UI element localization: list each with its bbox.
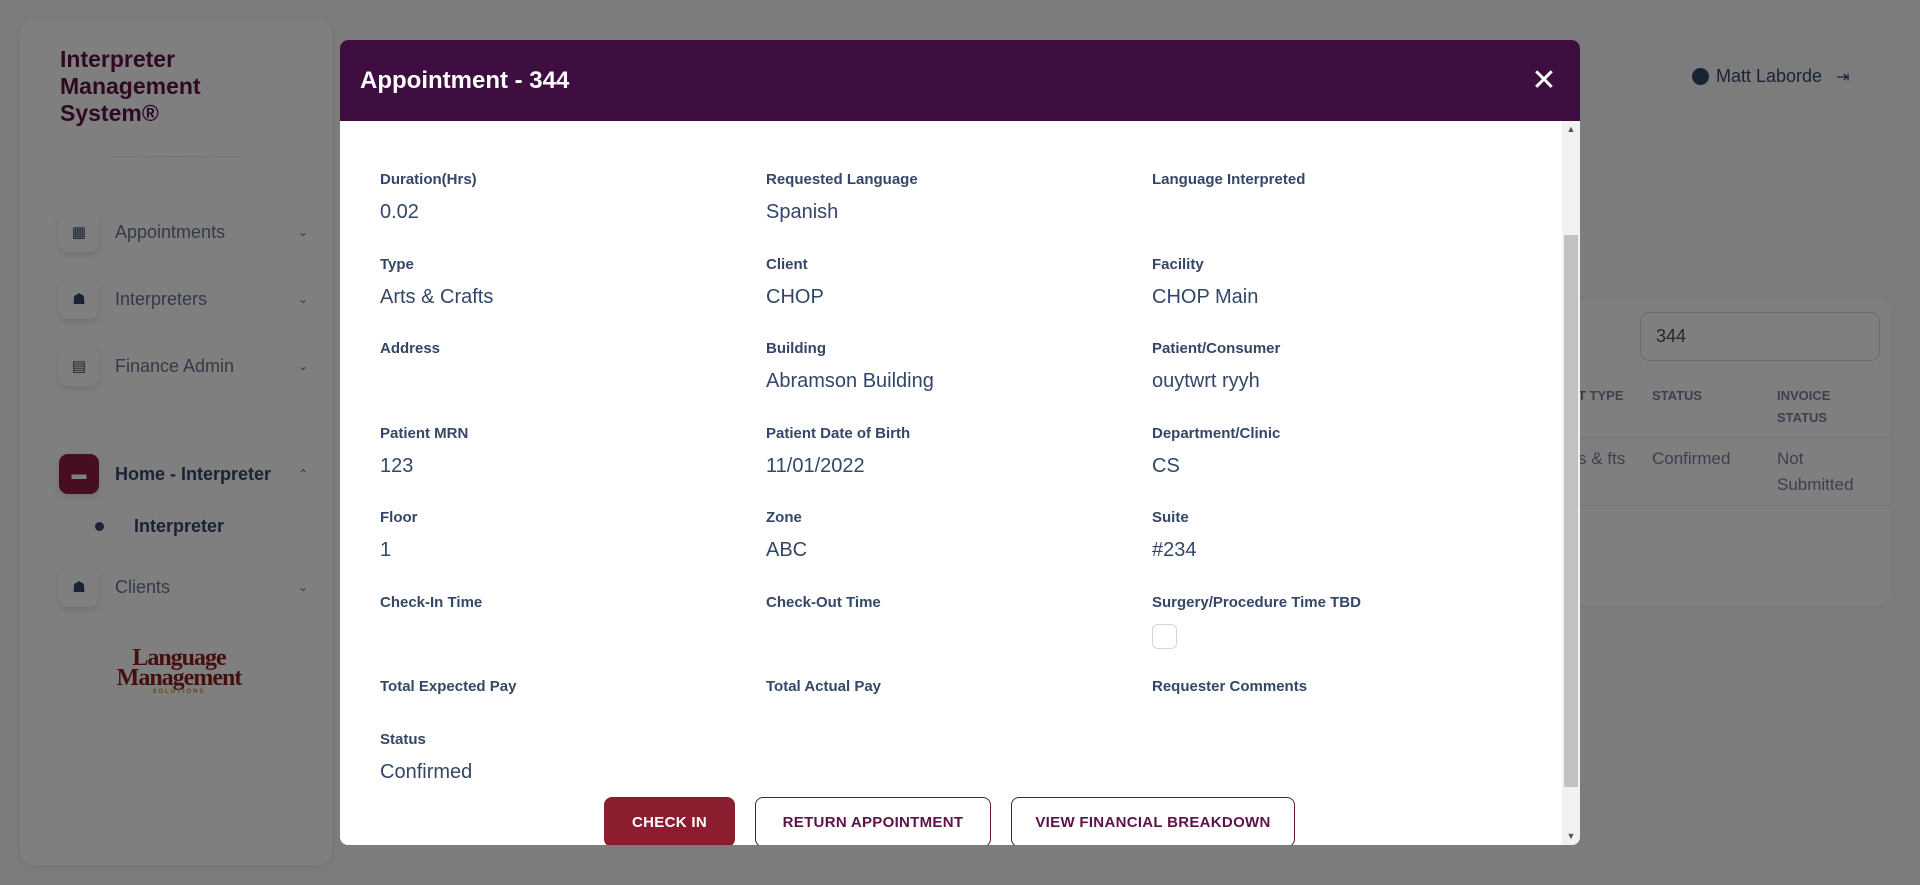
field-patient: Patient/Consumer ouytwrt ryyh: [1152, 340, 1512, 392]
field-floor: Floor 1: [380, 509, 740, 561]
modal-body: Duration(Hrs) 0.02 Requested Language Sp…: [340, 121, 1562, 845]
field-requested-language: Requested Language Spanish: [766, 171, 1126, 223]
field-label: Total Actual Pay: [766, 678, 882, 695]
field-value: 1: [380, 539, 392, 561]
field-value: CHOP: [766, 286, 824, 308]
field-value: CHOP Main: [1152, 286, 1259, 308]
field-total-expected-pay: Total Expected Pay: [380, 678, 740, 708]
field-value: ABC: [766, 539, 808, 561]
field-label: Type: [380, 256, 414, 273]
field-label: Patient Date of Birth: [766, 425, 911, 442]
check-in-button[interactable]: CHECK IN: [604, 797, 735, 845]
field-label: Client: [766, 256, 808, 273]
appointment-modal: Appointment - 344 ✕ Duration(Hrs) 0.02 R…: [340, 40, 1580, 845]
field-value: 11/01/2022: [766, 455, 865, 477]
close-icon[interactable]: ✕: [1524, 61, 1564, 101]
modal-header: Appointment - 344 ✕: [340, 40, 1580, 121]
field-label: Floor: [380, 509, 418, 526]
field-patient-mrn: Patient MRN 123: [380, 425, 740, 477]
field-type: Type Arts & Crafts: [380, 256, 740, 308]
field-value: Confirmed: [380, 761, 473, 783]
scroll-up-icon[interactable]: ▲: [1562, 121, 1580, 138]
field-client: Client CHOP: [766, 256, 1126, 308]
field-label: Requested Language: [766, 171, 918, 188]
field-value: 123: [380, 455, 414, 477]
field-value: ouytwrt ryyh: [1152, 370, 1260, 392]
field-building: Building Abramson Building: [766, 340, 1126, 392]
field-duration: Duration(Hrs) 0.02: [380, 171, 740, 223]
return-appointment-button[interactable]: RETURN APPOINTMENT: [755, 797, 991, 845]
field-department: Department/Clinic CS: [1152, 425, 1512, 477]
surgery-tbd-checkbox[interactable]: [1152, 624, 1177, 649]
modal-title: Appointment - 344: [360, 66, 570, 94]
field-status: Status Confirmed: [380, 731, 740, 783]
field-language-interpreted: Language Interpreted: [1152, 171, 1512, 201]
field-value: Spanish: [766, 201, 839, 223]
field-suite: Suite #234: [1152, 509, 1512, 561]
field-label: Status: [380, 731, 426, 748]
field-label: Check-Out Time: [766, 594, 881, 611]
field-value: #234: [1152, 539, 1197, 561]
scroll-down-icon[interactable]: ▼: [1562, 828, 1580, 845]
field-label: Check-In Time: [380, 594, 483, 611]
field-label: Patient MRN: [380, 425, 469, 442]
field-check-out-time: Check-Out Time: [766, 594, 1126, 624]
modal-scrollbar[interactable]: ▲ ▼: [1562, 121, 1580, 845]
field-label: Department/Clinic: [1152, 425, 1281, 442]
field-zone: Zone ABC: [766, 509, 1126, 561]
field-facility: Facility CHOP Main: [1152, 256, 1512, 308]
field-label: Building: [766, 340, 826, 357]
field-label: Zone: [766, 509, 802, 526]
field-requester-comments: Requester Comments: [1152, 678, 1512, 708]
view-financial-breakdown-button[interactable]: VIEW FINANCIAL BREAKDOWN: [1011, 797, 1295, 845]
field-surgery-tbd: Surgery/Procedure Time TBD: [1152, 594, 1512, 649]
field-total-actual-pay: Total Actual Pay: [766, 678, 1126, 708]
field-label: Address: [380, 340, 441, 357]
field-label: Duration(Hrs): [380, 171, 477, 188]
field-label: Language Interpreted: [1152, 171, 1306, 188]
field-patient-dob: Patient Date of Birth 11/01/2022: [766, 425, 1126, 477]
field-label: Suite: [1152, 509, 1189, 526]
field-value: CS: [1152, 455, 1180, 477]
field-value: 0.02: [380, 201, 419, 223]
field-address: Address: [380, 340, 740, 370]
scroll-thumb[interactable]: [1564, 235, 1578, 787]
field-label: Total Expected Pay: [380, 678, 517, 695]
field-value: Abramson Building: [766, 370, 934, 392]
field-label: Patient/Consumer: [1152, 340, 1281, 357]
field-label: Facility: [1152, 256, 1204, 273]
field-value: Arts & Crafts: [380, 286, 494, 308]
field-label: Surgery/Procedure Time TBD: [1152, 594, 1361, 611]
field-check-in-time: Check-In Time: [380, 594, 740, 624]
field-label: Requester Comments: [1152, 678, 1308, 695]
